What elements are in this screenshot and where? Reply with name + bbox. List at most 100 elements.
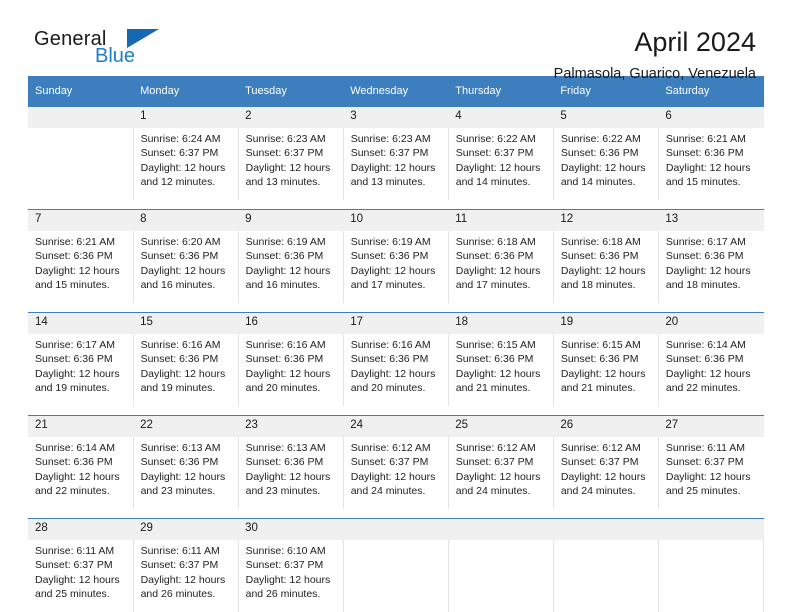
day-number[interactable]: 22 bbox=[133, 415, 239, 437]
day-number[interactable]: 11 bbox=[448, 209, 554, 231]
day-cell[interactable]: Sunrise: 6:18 AM Sunset: 6:36 PM Daylight:… bbox=[448, 231, 554, 303]
day-number[interactable]: 5 bbox=[553, 106, 659, 128]
day-sunrise-text: Sunrise: 6:15 AM bbox=[560, 339, 641, 351]
day-number[interactable]: 1 bbox=[133, 106, 239, 128]
day-cell[interactable]: Sunrise: 6:23 AM Sunset: 6:37 PM Daylight:… bbox=[238, 128, 344, 200]
day-sunset-text: Sunset: 6:36 PM bbox=[350, 353, 429, 366]
day-number[interactable]: 29 bbox=[133, 518, 239, 540]
day-sunset-text: Sunset: 6:37 PM bbox=[350, 147, 429, 160]
day-cell[interactable]: Sunrise: 6:13 AM Sunset: 6:36 PM Daylight:… bbox=[238, 437, 344, 509]
day-number[interactable]: 7 bbox=[28, 209, 134, 231]
day-number[interactable]: 23 bbox=[238, 415, 344, 437]
weekday-header-sunday: Sunday bbox=[28, 76, 134, 107]
day-cell[interactable]: Sunrise: 6:17 AM Sunset: 6:36 PM Daylight:… bbox=[28, 334, 134, 406]
day-number[interactable]: 13 bbox=[658, 209, 764, 231]
day-daylight-line1-text: Daylight: 12 hours bbox=[245, 573, 331, 586]
day-number[interactable]: 26 bbox=[553, 415, 659, 437]
day-daylight-line1-text: Daylight: 12 hours bbox=[455, 264, 541, 277]
day-number[interactable]: 6 bbox=[658, 106, 764, 128]
day-number[interactable]: 16 bbox=[238, 312, 344, 334]
day-sunrise-text: Sunrise: 6:11 AM bbox=[665, 442, 746, 454]
day-number-empty bbox=[553, 518, 659, 540]
day-number[interactable]: 27 bbox=[658, 415, 764, 437]
day-sunset-text: Sunset: 6:37 PM bbox=[665, 456, 744, 469]
day-cell[interactable]: Sunrise: 6:12 AM Sunset: 6:37 PM Daylight:… bbox=[343, 437, 449, 509]
day-cell[interactable]: Sunrise: 6:20 AM Sunset: 6:36 PM Daylight:… bbox=[133, 231, 239, 303]
day-cell[interactable]: Sunrise: 6:14 AM Sunset: 6:36 PM Daylight:… bbox=[28, 437, 134, 509]
day-number[interactable]: 25 bbox=[448, 415, 554, 437]
day-cell[interactable]: Sunrise: 6:16 AM Sunset: 6:36 PM Daylight:… bbox=[343, 334, 449, 406]
day-daylight-line2-text: and 22 minutes. bbox=[665, 382, 741, 395]
day-cell[interactable]: Sunrise: 6:12 AM Sunset: 6:37 PM Daylight:… bbox=[553, 437, 659, 509]
day-cell[interactable]: Sunrise: 6:11 AM Sunset: 6:37 PM Daylight:… bbox=[133, 540, 239, 612]
day-cell[interactable]: Sunrise: 6:13 AM Sunset: 6:36 PM Daylight:… bbox=[133, 437, 239, 509]
day-cell[interactable]: Sunrise: 6:18 AM Sunset: 6:36 PM Daylight:… bbox=[553, 231, 659, 303]
day-number[interactable]: 19 bbox=[553, 312, 659, 334]
week-separator-cell bbox=[28, 303, 764, 313]
day-number[interactable]: 10 bbox=[343, 209, 449, 231]
day-number[interactable]: 2 bbox=[238, 106, 344, 128]
day-cell[interactable]: Sunrise: 6:23 AM Sunset: 6:37 PM Daylight:… bbox=[343, 128, 449, 200]
day-cell[interactable]: Sunrise: 6:21 AM Sunset: 6:36 PM Daylight:… bbox=[28, 231, 134, 303]
day-number[interactable]: 15 bbox=[133, 312, 239, 334]
day-cell[interactable]: Sunrise: 6:11 AM Sunset: 6:37 PM Daylight:… bbox=[28, 540, 134, 612]
day-cell[interactable]: Sunrise: 6:22 AM Sunset: 6:37 PM Daylight:… bbox=[448, 128, 554, 200]
day-number[interactable]: 14 bbox=[28, 312, 134, 334]
day-number[interactable]: 8 bbox=[133, 209, 239, 231]
day-daylight-line1-text: Daylight: 12 hours bbox=[35, 264, 120, 277]
day-cell[interactable]: Sunrise: 6:17 AM Sunset: 6:36 PM Daylight:… bbox=[658, 231, 764, 303]
day-cell[interactable]: Sunrise: 6:19 AM Sunset: 6:36 PM Daylight:… bbox=[343, 231, 449, 303]
day-number[interactable]: 20 bbox=[658, 312, 764, 334]
day-sunrise-text: Sunrise: 6:16 AM bbox=[245, 339, 326, 351]
week-daynumber-row: 28 29 30 bbox=[28, 518, 764, 540]
week-separator-cell bbox=[28, 200, 764, 210]
day-number[interactable]: 12 bbox=[553, 209, 659, 231]
day-number[interactable]: 18 bbox=[448, 312, 554, 334]
day-daylight-line2-text: and 12 minutes. bbox=[140, 176, 216, 189]
day-cell[interactable]: Sunrise: 6:11 AM Sunset: 6:37 PM Daylight:… bbox=[658, 437, 764, 509]
day-number[interactable]: 30 bbox=[238, 518, 344, 540]
day-cell[interactable]: Sunrise: 6:14 AM Sunset: 6:36 PM Daylight:… bbox=[658, 334, 764, 406]
day-cell[interactable]: Sunrise: 6:19 AM Sunset: 6:36 PM Daylight:… bbox=[238, 231, 344, 303]
day-cell[interactable]: Sunrise: 6:24 AM Sunset: 6:37 PM Daylight:… bbox=[133, 128, 239, 200]
day-daylight-line2-text: and 23 minutes. bbox=[245, 485, 321, 498]
day-cell[interactable]: Sunrise: 6:15 AM Sunset: 6:36 PM Daylight:… bbox=[448, 334, 554, 406]
day-daylight-line1-text: Daylight: 12 hours bbox=[665, 264, 751, 277]
day-sunrise-text: Sunrise: 6:21 AM bbox=[665, 133, 746, 145]
day-cell[interactable]: Sunrise: 6:16 AM Sunset: 6:36 PM Daylight:… bbox=[133, 334, 239, 406]
day-number[interactable]: 24 bbox=[343, 415, 449, 437]
week-detail-row: Sunrise: 6:11 AM Sunset: 6:37 PM Daylight:… bbox=[28, 540, 765, 612]
day-cell-empty bbox=[448, 540, 554, 612]
day-sunset-text: Sunset: 6:36 PM bbox=[560, 353, 639, 366]
day-cell[interactable]: Sunrise: 6:12 AM Sunset: 6:37 PM Daylight:… bbox=[448, 437, 554, 509]
day-daylight-line2-text: and 25 minutes. bbox=[35, 588, 110, 601]
day-sunrise-text: Sunrise: 6:13 AM bbox=[140, 442, 221, 454]
day-daylight-line1-text: Daylight: 12 hours bbox=[35, 367, 120, 380]
day-sunset-text: Sunset: 6:37 PM bbox=[455, 456, 534, 469]
day-sunset-text: Sunset: 6:36 PM bbox=[455, 353, 534, 366]
calendar-page: General Blue April 2024 Palmasola, Guari… bbox=[0, 0, 792, 612]
day-daylight-line1-text: Daylight: 12 hours bbox=[140, 573, 226, 586]
day-number[interactable]: 4 bbox=[448, 106, 554, 128]
day-number[interactable]: 3 bbox=[343, 106, 449, 128]
day-sunrise-text: Sunrise: 6:24 AM bbox=[140, 133, 221, 145]
day-sunset-text: Sunset: 6:36 PM bbox=[560, 250, 639, 263]
general-blue-logo[interactable]: General Blue bbox=[34, 28, 214, 76]
day-number[interactable]: 21 bbox=[28, 415, 134, 437]
day-cell-empty bbox=[28, 128, 134, 200]
day-sunrise-text: Sunrise: 6:11 AM bbox=[140, 545, 220, 557]
logo-text-blue: Blue bbox=[95, 45, 136, 67]
day-daylight-line1-text: Daylight: 12 hours bbox=[350, 367, 436, 380]
day-sunrise-text: Sunrise: 6:21 AM bbox=[35, 236, 115, 248]
day-daylight-line1-text: Daylight: 12 hours bbox=[455, 470, 541, 483]
day-number[interactable]: 17 bbox=[343, 312, 449, 334]
day-daylight-line1-text: Daylight: 12 hours bbox=[665, 470, 751, 483]
day-cell[interactable]: Sunrise: 6:16 AM Sunset: 6:36 PM Daylight:… bbox=[238, 334, 344, 406]
day-cell[interactable]: Sunrise: 6:21 AM Sunset: 6:36 PM Daylight:… bbox=[658, 128, 764, 200]
day-cell[interactable]: Sunrise: 6:10 AM Sunset: 6:37 PM Daylight:… bbox=[238, 540, 344, 612]
day-cell[interactable]: Sunrise: 6:15 AM Sunset: 6:36 PM Daylight:… bbox=[553, 334, 659, 406]
day-number[interactable]: 9 bbox=[238, 209, 344, 231]
day-cell[interactable]: Sunrise: 6:22 AM Sunset: 6:36 PM Daylight:… bbox=[553, 128, 659, 200]
day-sunset-text: Sunset: 6:37 PM bbox=[140, 559, 219, 572]
day-number[interactable]: 28 bbox=[28, 518, 134, 540]
